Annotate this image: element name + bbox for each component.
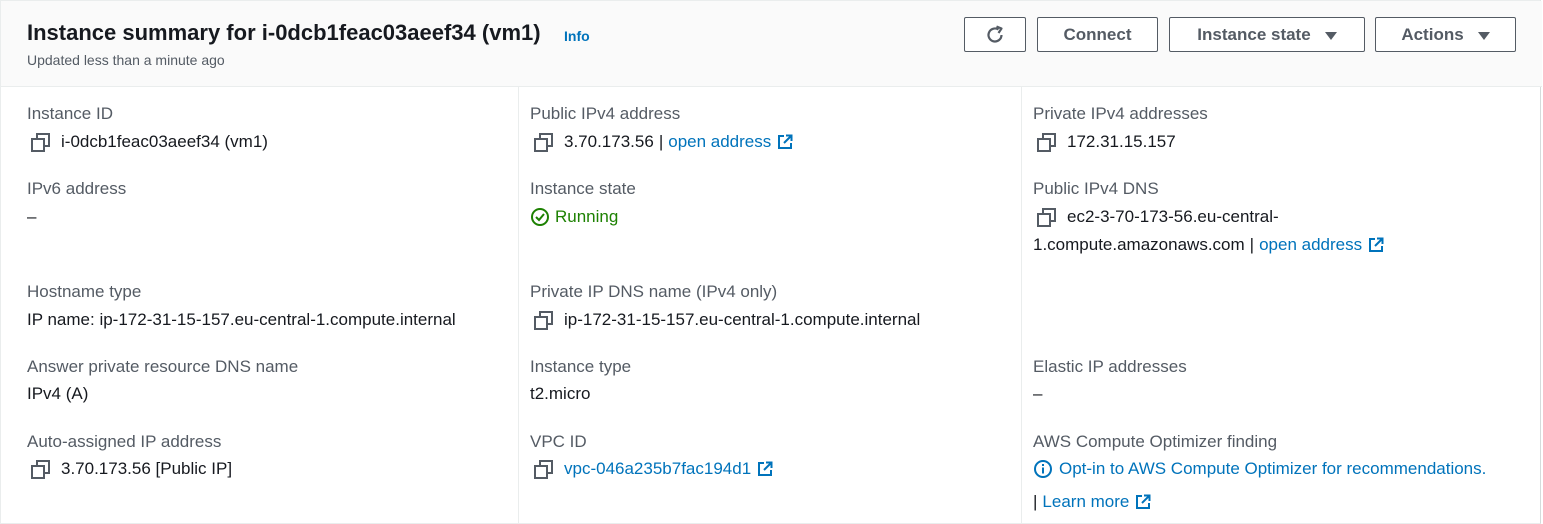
instance-state-label: Instance state	[1197, 24, 1311, 44]
hostname-type-value: IP name: ip-172-31-15-157.eu-central-1.c…	[27, 310, 456, 329]
auto-ip-text: 3.70.173.56 [Public IP]	[61, 459, 233, 478]
external-link-icon	[1136, 494, 1151, 509]
optimizer-label: AWS Compute Optimizer finding	[1033, 432, 1278, 451]
auto-ip-label: Auto-assigned IP address	[27, 432, 222, 451]
page-title: Instance summary for i-0dcb1feac03aeef34…	[27, 20, 541, 45]
instance-state-value: Running	[530, 207, 618, 227]
separator: |	[1249, 235, 1255, 254]
caret-down-icon	[1477, 31, 1490, 40]
learn-more-row: | Learn more	[1033, 492, 1151, 512]
hostname-type-label: Hostname type	[27, 282, 142, 301]
elastic-ip-label: Elastic IP addresses	[1033, 357, 1187, 376]
public-ipv4-text: 3.70.173.56	[564, 132, 654, 151]
external-link-icon	[758, 461, 773, 476]
instance-summary-panel: Instance summary for i-0dcb1feac03aeef34…	[0, 0, 1542, 524]
public-dns-value-line2: 1.compute.amazonaws.com | open address	[1033, 235, 1384, 255]
public-ipv4-label: Public IPv4 address	[530, 104, 681, 123]
copy-icon[interactable]	[1037, 134, 1053, 152]
public-ipv4-value: 3.70.173.56 | open address	[530, 132, 793, 152]
private-ipv4-label: Private IPv4 addresses	[1033, 104, 1208, 123]
vpc-id-label: VPC ID	[530, 432, 587, 451]
open-address-link[interactable]: open address	[1259, 235, 1362, 255]
copy-icon[interactable]	[1037, 209, 1053, 227]
learn-more-link[interactable]: Learn more	[1042, 492, 1129, 512]
vpc-id-value: vpc-046a235b7fac194d1	[530, 459, 773, 479]
private-ipv4-text: 172.31.15.157	[1067, 132, 1176, 151]
actions-dropdown[interactable]: Actions	[1375, 17, 1516, 52]
separator: |	[1033, 492, 1038, 511]
ipv6-value: –	[27, 207, 37, 226]
instance-id-value: i-0dcb1feac03aeef34 (vm1)	[27, 132, 268, 152]
instance-state-dropdown[interactable]: Instance state	[1169, 17, 1365, 52]
instance-type-value: t2.micro	[530, 384, 591, 403]
connect-button[interactable]: Connect	[1037, 17, 1158, 52]
auto-ip-value: 3.70.173.56 [Public IP]	[27, 459, 232, 479]
vpc-id-link[interactable]: vpc-046a235b7fac194d1	[564, 459, 751, 479]
instance-type-label: Instance type	[530, 357, 632, 376]
instance-state-text: Running	[555, 207, 619, 226]
optimizer-optin-link[interactable]: Opt-in to AWS Compute Optimizer for reco…	[1059, 459, 1486, 479]
copy-icon[interactable]	[534, 312, 550, 330]
copy-icon[interactable]	[534, 461, 550, 479]
private-dns-text: ip-172-31-15-157.eu-central-1.compute.in…	[564, 310, 921, 329]
column-divider	[518, 87, 519, 524]
open-address-link[interactable]: open address	[668, 132, 771, 152]
info-link[interactable]: Info	[564, 28, 590, 44]
public-dns-text-line2: 1.compute.amazonaws.com	[1033, 235, 1245, 254]
private-ipv4-value: 172.31.15.157	[1033, 132, 1176, 152]
external-link-icon	[1369, 237, 1384, 252]
connect-button-label: Connect	[1063, 24, 1132, 44]
status-check-icon	[531, 208, 549, 226]
copy-icon[interactable]	[534, 134, 550, 152]
answer-dns-label: Answer private resource DNS name	[27, 357, 299, 376]
info-circle-icon	[1034, 460, 1052, 478]
copy-icon[interactable]	[31, 461, 47, 479]
separator: |	[658, 132, 664, 151]
instance-id-text: i-0dcb1feac03aeef34 (vm1)	[61, 132, 268, 151]
elastic-ip-value: –	[1033, 384, 1043, 403]
refresh-icon	[987, 24, 1003, 43]
public-dns-label: Public IPv4 DNS	[1033, 179, 1159, 198]
refresh-button[interactable]	[964, 17, 1026, 52]
updated-status: Updated less than a minute ago	[27, 52, 225, 68]
ipv6-label: IPv6 address	[27, 179, 127, 198]
external-link-icon	[778, 134, 793, 149]
instance-state-field-label: Instance state	[530, 179, 636, 198]
instance-id-label: Instance ID	[27, 104, 113, 123]
panel-header: Instance summary for i-0dcb1feac03aeef34…	[1, 1, 1542, 87]
private-dns-value: ip-172-31-15-157.eu-central-1.compute.in…	[530, 310, 920, 330]
optimizer-value: Opt-in to AWS Compute Optimizer for reco…	[1033, 459, 1486, 479]
actions-label: Actions	[1401, 24, 1464, 44]
private-dns-label: Private IP DNS name (IPv4 only)	[530, 282, 778, 301]
column-divider	[1021, 87, 1022, 524]
copy-icon[interactable]	[31, 134, 47, 152]
answer-dns-value: IPv4 (A)	[27, 384, 89, 403]
public-dns-text-line1: ec2-3-70-173-56.eu-central-	[1067, 207, 1279, 226]
public-dns-value-line1: ec2-3-70-173-56.eu-central-	[1033, 207, 1279, 227]
caret-down-icon	[1324, 31, 1337, 40]
